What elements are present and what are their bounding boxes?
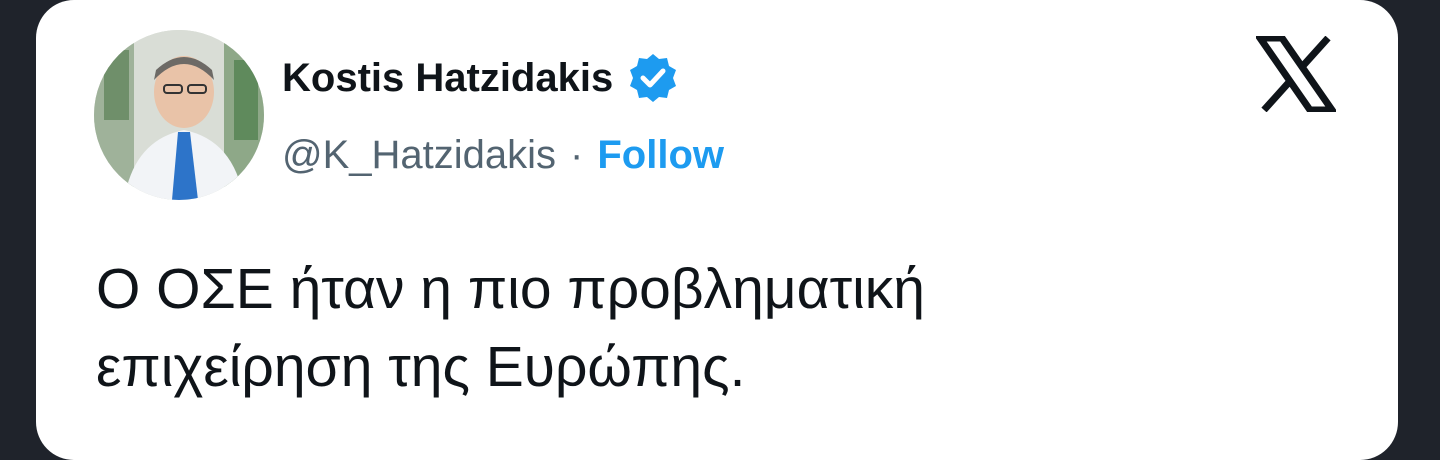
verified-badge-icon[interactable] (625, 50, 681, 106)
follow-button[interactable]: Follow (597, 133, 724, 178)
author-name[interactable]: Kostis Hatzidakis (282, 56, 613, 101)
tweet-card[interactable]: Kostis Hatzidakis @K_Hatzidakis · Follow… (36, 0, 1398, 460)
author-name-row: Kostis Hatzidakis (282, 50, 681, 106)
tweet-text: Ο ΟΣΕ ήταν η πιο προβληματική επιχείρηση… (96, 250, 1356, 406)
author-handle[interactable]: @K_Hatzidakis (282, 133, 556, 178)
tweet-text-line: Ο ΟΣΕ ήταν η πιο προβληματική (96, 257, 925, 321)
author-handle-row: @K_Hatzidakis · Follow (282, 130, 724, 180)
x-logo-icon[interactable] (1253, 34, 1339, 114)
avatar[interactable] (94, 30, 264, 200)
separator-dot: · (570, 132, 584, 177)
tweet-text-line: επιχείρηση της Ευρώπης. (96, 335, 746, 399)
